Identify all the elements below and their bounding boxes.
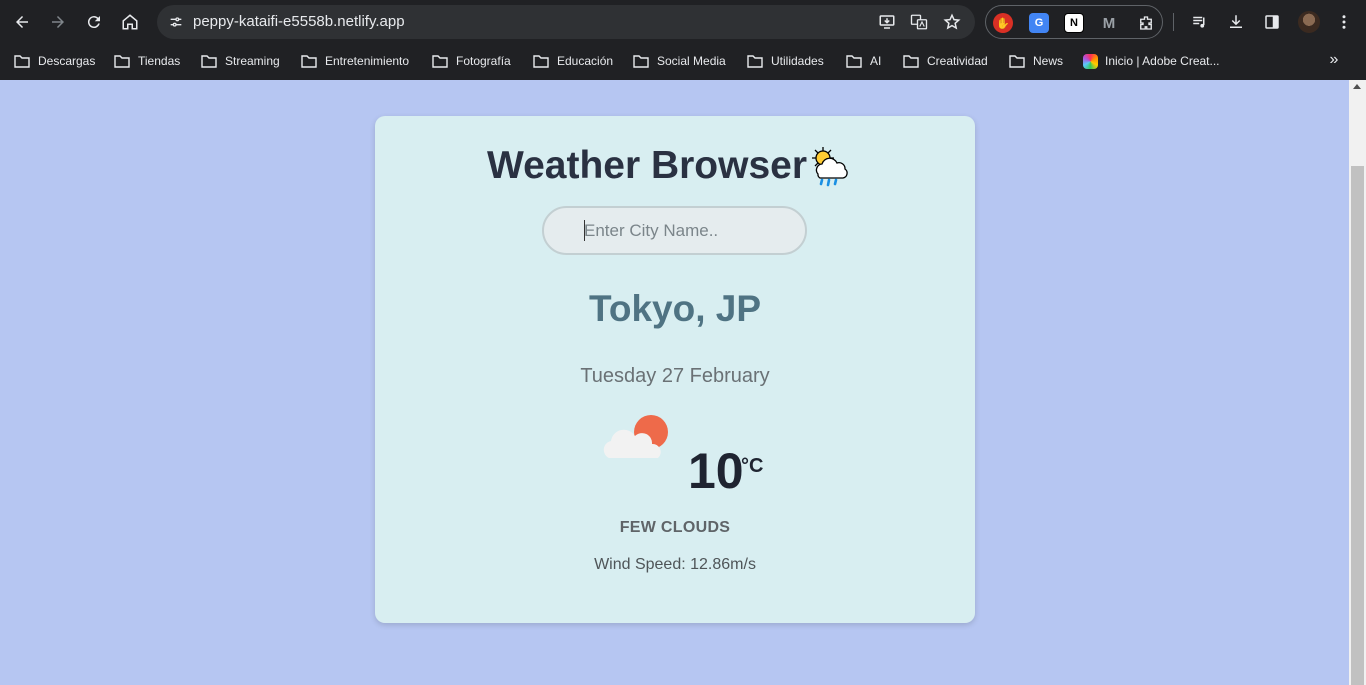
folder-icon <box>114 54 130 68</box>
bookmark-label: Inicio | Adobe Creat... <box>1105 54 1220 68</box>
home-button[interactable] <box>116 8 144 36</box>
bookmark-folder-utilidades[interactable]: Utilidades <box>747 50 824 72</box>
bookmark-folder-ai[interactable]: AI <box>846 50 881 72</box>
adblock-extension-icon[interactable]: ✋ <box>993 13 1013 33</box>
bookmark-label: Utilidades <box>771 54 824 68</box>
bookmark-folder-fotografia[interactable]: Fotografía <box>432 50 511 72</box>
bookmark-folder-tiendas[interactable]: Tiendas <box>114 50 180 72</box>
browser-chrome: peppy-kataifi-e5558b.netlify.app ✋ G N M <box>0 0 1366 80</box>
bookmark-label: Streaming <box>225 54 280 68</box>
forward-button[interactable] <box>44 8 72 36</box>
bookmark-label: Educación <box>557 54 614 68</box>
folder-icon <box>846 54 862 68</box>
url-text: peppy-kataifi-e5558b.netlify.app <box>193 13 405 30</box>
page-scrollbar[interactable] <box>1349 80 1366 685</box>
app-title: Weather Browser <box>375 144 975 188</box>
extensions-puzzle-icon[interactable] <box>1136 13 1156 33</box>
side-panel-icon <box>1265 15 1279 29</box>
weather-description: FEW CLOUDS <box>619 519 731 536</box>
home-icon <box>122 14 138 30</box>
bookmark-label: Fotografía <box>456 54 511 68</box>
scroll-up-arrow-icon[interactable] <box>1353 84 1361 89</box>
bookmark-folder-streaming[interactable]: Streaming <box>201 50 280 72</box>
sun-behind-rain-cloud-icon <box>812 147 848 187</box>
text-caret <box>584 220 585 241</box>
folder-icon <box>747 54 763 68</box>
folder-icon <box>1009 54 1025 68</box>
bookmark-label: Creatividad <box>927 54 988 68</box>
bookmark-label: News <box>1033 54 1064 68</box>
bookmark-label: AI <box>870 54 882 68</box>
reload-icon <box>87 16 100 29</box>
folder-icon <box>533 54 549 68</box>
temperature-unit: °C <box>741 455 764 477</box>
current-date: Tuesday 27 February <box>580 365 770 387</box>
bookmark-adobe-creative[interactable]: Inicio | Adobe Creat... <box>1083 50 1220 72</box>
bookmark-label: Entretenimiento <box>325 54 410 68</box>
kebab-menu-icon <box>1342 15 1346 29</box>
toolbar-separator <box>1173 13 1174 31</box>
few-clouds-icon <box>603 415 668 458</box>
wind-speed: Wind Speed: 12.86m/s <box>375 556 975 574</box>
reload-button[interactable] <box>80 8 108 36</box>
app-title-text: Weather Browser <box>486 144 808 187</box>
notion-extension-icon[interactable]: N <box>1064 13 1084 33</box>
site-info-icon[interactable] <box>163 9 189 35</box>
browser-toolbar: peppy-kataifi-e5558b.netlify.app ✋ G N M <box>0 0 1366 44</box>
downloads-button[interactable] <box>1222 8 1250 36</box>
city-name: Tokyo, JP <box>588 288 762 329</box>
browser-menu-button[interactable] <box>1330 8 1358 36</box>
arrow-right-icon <box>52 16 64 28</box>
bookmark-folder-social-media[interactable]: Social Media <box>633 50 726 72</box>
bookmark-folder-entretenimiento[interactable]: Entretenimiento <box>301 50 409 72</box>
bookmarks-overflow-button[interactable]: » <box>1324 50 1344 70</box>
wind-speed-value: 12.86m/s <box>690 556 756 573</box>
city-search-input[interactable] <box>542 206 807 255</box>
side-panel-button[interactable] <box>1258 8 1286 36</box>
playlist-icon <box>1193 16 1205 28</box>
weather-card: Weather Browser Tokyo, JP Tuesday 27 Feb… <box>375 116 975 623</box>
folder-icon <box>14 54 30 68</box>
monica-extension-icon[interactable]: M <box>1099 13 1119 33</box>
install-app-icon[interactable] <box>877 12 897 32</box>
bookmarks-bar: Descargas Tiendas Streaming Entretenimie… <box>0 46 1366 74</box>
bookmark-label: Tiendas <box>138 54 181 68</box>
folder-icon <box>201 54 217 68</box>
bookmark-label: Descargas <box>38 54 96 68</box>
google-translate-extension-icon[interactable]: G <box>1029 13 1049 33</box>
translate-icon[interactable] <box>909 12 929 32</box>
profile-avatar[interactable] <box>1298 11 1320 33</box>
back-button[interactable] <box>8 8 36 36</box>
bookmark-star-icon[interactable] <box>942 12 962 32</box>
extensions-group: ✋ G N M <box>985 5 1163 39</box>
bookmark-folder-news[interactable]: News <box>1009 50 1063 72</box>
bookmark-folder-educacion[interactable]: Educación <box>533 50 613 72</box>
media-control-button[interactable] <box>1186 8 1214 36</box>
folder-icon <box>903 54 919 68</box>
address-bar[interactable]: peppy-kataifi-e5558b.netlify.app <box>157 5 975 39</box>
scrollbar-thumb[interactable] <box>1351 166 1364 685</box>
temperature-value: 10 <box>688 443 744 499</box>
download-icon <box>1230 15 1242 28</box>
folder-icon <box>633 54 649 68</box>
folder-icon <box>301 54 317 68</box>
wind-speed-label: Wind Speed: <box>594 556 686 573</box>
arrow-left-icon <box>16 16 28 28</box>
bookmark-label: Social Media <box>657 54 726 68</box>
bookmark-folder-creatividad[interactable]: Creatividad <box>903 50 988 72</box>
adobe-creative-cloud-icon <box>1083 53 1098 69</box>
bookmark-folder-descargas[interactable]: Descargas <box>14 50 95 72</box>
folder-icon <box>432 54 448 68</box>
